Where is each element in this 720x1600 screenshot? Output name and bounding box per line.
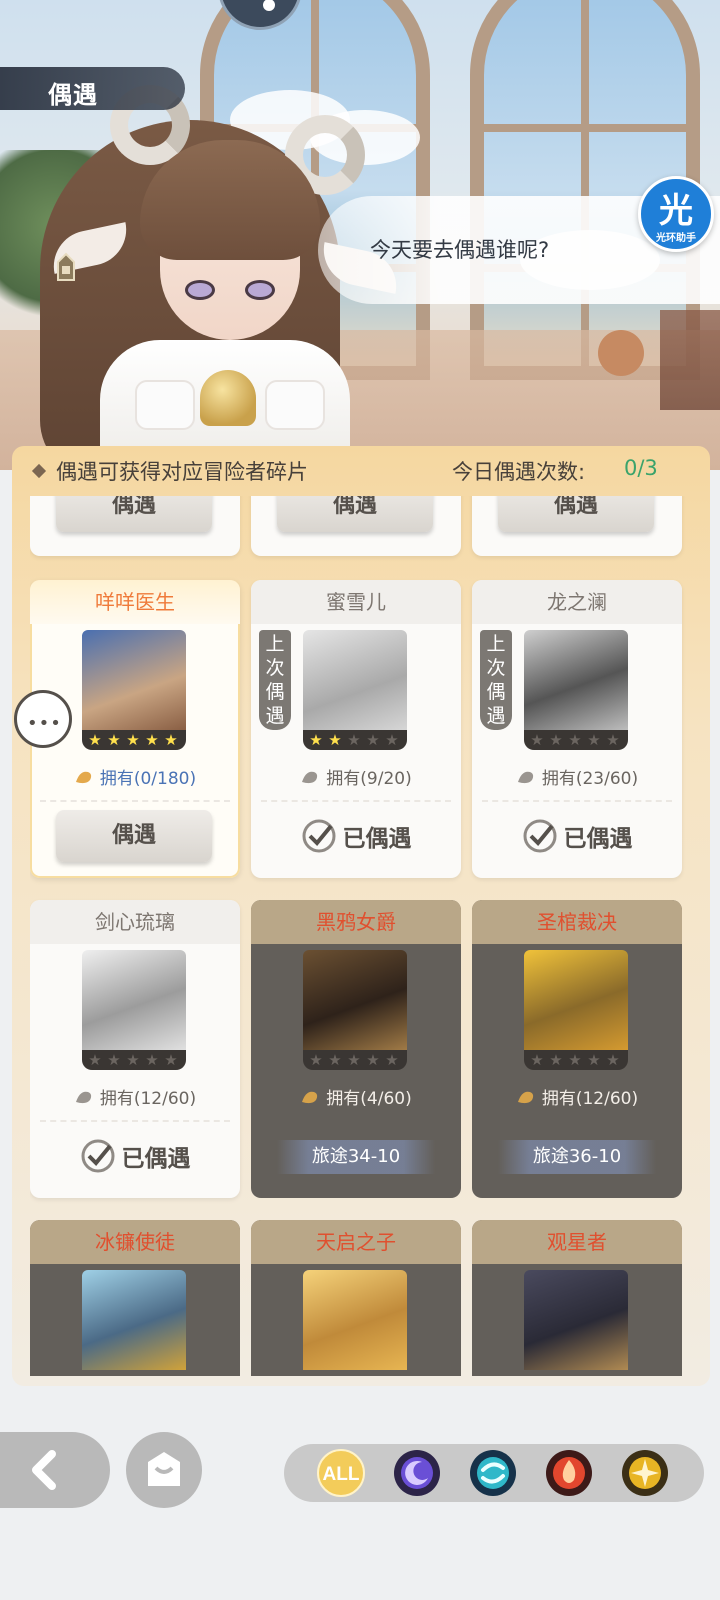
owned-count: 拥有(12/60) [99, 1089, 197, 1109]
filter-all[interactable]: ALL [316, 1448, 366, 1498]
helper-badge-label: 光环助手 [656, 233, 696, 244]
adventurer-grid[interactable]: 偶遇 偶遇 偶遇 咩咩医生 ★★★★★ 拥有(0/180) 偶遇 蜜雪儿 [30, 496, 694, 1376]
star-rating: ★ ★ ★ ★ ★ [303, 730, 407, 750]
encounter-button[interactable]: 偶遇 [56, 496, 212, 532]
adventurer-portrait [82, 1270, 186, 1376]
bell-ornament [200, 370, 256, 426]
chat-icon[interactable]: ••• [14, 690, 72, 748]
back-button[interactable] [0, 1432, 110, 1508]
check-icon [302, 819, 335, 853]
all-filter-icon: ALL [317, 1449, 365, 1497]
check-icon [523, 819, 556, 853]
moon-star-icon [394, 1450, 440, 1496]
star-rating: ★ ★ ★ ★ ★ [303, 1050, 407, 1070]
flame-icon [546, 1450, 592, 1496]
adventurer-card[interactable]: 冰镰使徒 [30, 1220, 240, 1376]
owned-count: 拥有(23/60) [541, 769, 639, 789]
panel-hint: 偶遇可获得对应冒险者碎片 [56, 460, 308, 484]
chevron-left-icon [32, 1450, 56, 1490]
filter-wind[interactable] [468, 1448, 518, 1498]
fragment-icon [75, 771, 91, 784]
adventurer-portrait [303, 1270, 407, 1376]
adventurer-portrait [524, 1270, 628, 1376]
filter-light[interactable] [620, 1448, 670, 1498]
divider [261, 800, 451, 802]
fragment-icon [517, 1091, 533, 1104]
adventurer-name: 观星者 [472, 1220, 682, 1264]
panel-header: 偶遇可获得对应冒险者碎片 今日偶遇次数: 0/3 [12, 446, 710, 494]
adventurer-name: 剑心琉璃 [30, 900, 240, 944]
diamond-bullet-icon [31, 463, 47, 479]
fragment-icon [302, 1091, 318, 1104]
last-encounter-tag: 上次偶遇 [259, 630, 291, 730]
adventurer-card[interactable]: 偶遇 [472, 496, 682, 556]
encounter-panel: 偶遇可获得对应冒险者碎片 今日偶遇次数: 0/3 偶遇 偶遇 偶遇 咩咩医生 ★… [12, 446, 710, 1386]
last-encounter-tag: 上次偶遇 [480, 630, 512, 730]
daily-count-value: 0/3 [624, 456, 658, 480]
adventurer-card[interactable]: 圣棺裁决 ★ ★ ★ ★ ★ 拥有(12/60) 旅途36-10 [472, 900, 682, 1198]
encounter-button[interactable]: 偶遇 [56, 810, 212, 862]
adventurer-card[interactable]: 蜜雪儿 ★ ★ ★ ★ ★ 上次偶遇 拥有(9/20) 已偶遇 [251, 580, 461, 878]
adventurer-name: 蜜雪儿 [251, 580, 461, 624]
encountered-label: 已偶遇 [342, 826, 412, 852]
flower-pot [598, 330, 644, 376]
star-rating: ★ ★ ★ ★ ★ [524, 730, 628, 750]
fragment-icon [75, 1091, 91, 1104]
adventurer-portrait: ★ ★ ★ ★ ★ [303, 630, 407, 750]
fragment-icon [302, 771, 318, 784]
adventurer-card[interactable]: 天启之子 [251, 1220, 461, 1376]
adventurer-card[interactable]: 偶遇 [30, 496, 240, 556]
adventurer-name: 龙之澜 [472, 580, 682, 624]
adventurer-portrait: ★ ★ ★ ★ ★ [524, 950, 628, 1070]
sun-compass-icon [622, 1450, 668, 1496]
filter-all-label: ALL [323, 1464, 360, 1485]
adventurer-card[interactable]: 剑心琉璃 ★ ★ ★ ★ ★ 拥有(12/60) 已偶遇 [30, 900, 240, 1198]
lock-icon[interactable] [54, 252, 78, 282]
divider [482, 800, 672, 802]
adventurer-name: 天启之子 [251, 1220, 461, 1264]
check-icon [81, 1139, 114, 1173]
adventurer-portrait: ★ ★ ★ ★ ★ [82, 950, 186, 1070]
adventurer-name: 圣棺裁决 [472, 900, 682, 944]
adventurer-card[interactable]: 黑鸦女爵 ★ ★ ★ ★ ★ 拥有(4/60) 旅途34-10 [251, 900, 461, 1198]
wind-swirl-icon [470, 1450, 516, 1496]
owned-count: 拥有(4/60) [326, 1089, 412, 1109]
stage-requirement[interactable]: 旅途36-10 [498, 1140, 656, 1174]
fragment-icon [517, 771, 533, 784]
adventurer-card[interactable]: 龙之澜 ★ ★ ★ ★ ★ 上次偶遇 拥有(23/60) 已偶遇 [472, 580, 682, 878]
stage-requirement[interactable]: 旅途34-10 [277, 1140, 435, 1174]
owned-count: 拥有(12/60) [541, 1089, 639, 1109]
adventurer-name: 黑鸦女爵 [251, 900, 461, 944]
speech-text: 今天要去偶遇谁呢? [370, 238, 550, 262]
adventurer-portrait: ★ ★ ★ ★ ★ [82, 630, 186, 750]
star-rating: ★ ★ ★ ★ ★ [524, 1050, 628, 1070]
page-title: 偶遇 [48, 81, 98, 109]
encounter-button[interactable]: 偶遇 [498, 496, 654, 532]
star-rating: ★ ★ ★ ★ ★ [82, 730, 186, 750]
encounter-button[interactable]: 偶遇 [277, 496, 433, 532]
divider [40, 1120, 230, 1122]
home-icon [148, 1452, 180, 1486]
helper-badge-logo: 光 [659, 191, 693, 231]
adventurer-card[interactable]: 观星者 [472, 1220, 682, 1376]
owned-count: 拥有(9/20) [326, 769, 412, 789]
adventurer-card[interactable]: 偶遇 [251, 496, 461, 556]
daily-count-label: 今日偶遇次数: [452, 460, 586, 484]
star-rating: ★ ★ ★ ★ ★ [82, 1050, 186, 1070]
owned-count: 拥有(0/180) [99, 769, 197, 789]
side-table [660, 310, 720, 410]
encountered-label: 已偶遇 [563, 826, 633, 852]
encountered-label: 已偶遇 [121, 1146, 191, 1172]
adventurer-name: 冰镰使徒 [30, 1220, 240, 1264]
adventurer-name: 咩咩医生 [30, 580, 240, 624]
filter-fire[interactable] [544, 1448, 594, 1498]
filter-moon[interactable] [392, 1448, 442, 1498]
home-button[interactable] [126, 1432, 202, 1508]
adventurer-portrait: ★ ★ ★ ★ ★ [524, 630, 628, 750]
helper-badge[interactable]: 光 光环助手 [638, 176, 714, 252]
adventurer-portrait: ★ ★ ★ ★ ★ [303, 950, 407, 1070]
page-title-bar: 偶遇 [0, 67, 185, 110]
divider [40, 800, 230, 802]
